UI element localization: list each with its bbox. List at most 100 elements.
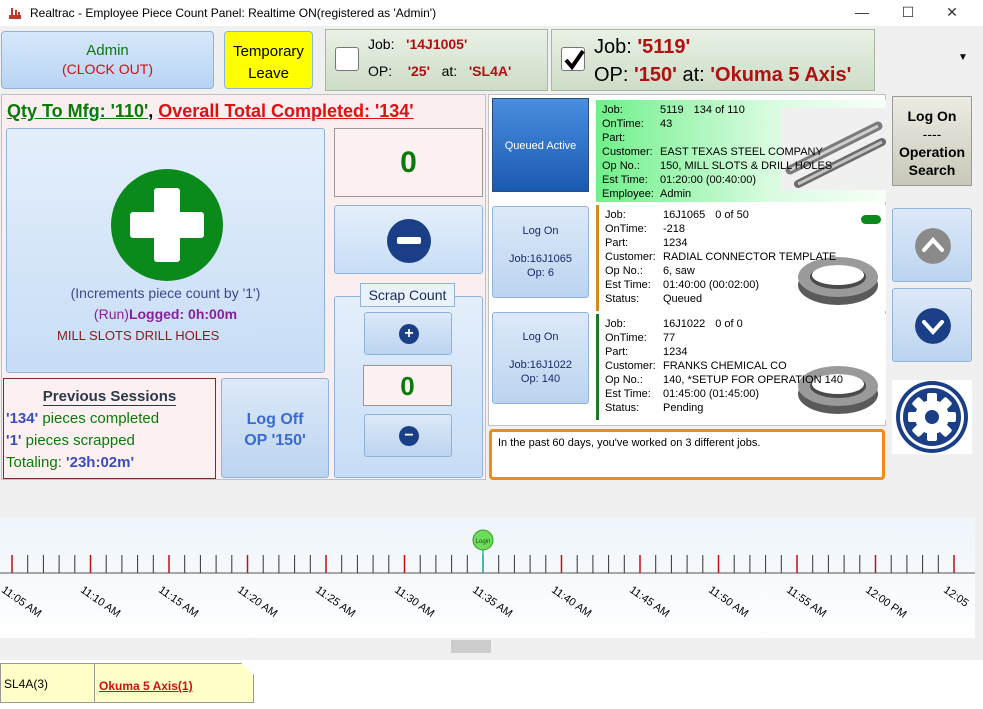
employee-name: Admin: [86, 42, 129, 59]
job-tab-job-line: Job: '14J1005': [368, 36, 467, 52]
session-timeline: Login 11:05 AM 11:10 AM 11:15 AM 11:20 AM 11…: [0, 518, 975, 638]
card-field-label: OnTime:: [605, 223, 647, 235]
status-indicator-icon: [861, 215, 881, 224]
card-field-label: Status:: [605, 293, 640, 305]
card-customer: EAST TEXAS STEEL COMPANY: [660, 146, 823, 158]
increment-note: (Increments piece count by '1'): [70, 285, 261, 301]
qty-to-mfg: Qty To Mfg: '110': [7, 101, 149, 121]
card-field-label: Customer:: [602, 146, 653, 158]
card-est-time: 01:45:00 (01:45:00): [663, 388, 760, 400]
employee-clock-out-button[interactable]: Admin (CLOCK OUT): [1, 31, 214, 89]
decrement-piece-button[interactable]: [334, 205, 483, 274]
log-off-op-button[interactable]: Log Off OP '150': [221, 378, 329, 478]
at-value: 'SL4A': [468, 63, 512, 79]
temporary-leave-button[interactable]: Temporary Leave: [224, 31, 313, 89]
previous-sessions-title-text: Previous Sessions: [42, 388, 177, 406]
job-card-16j1022[interactable]: Job: 16J1022 0 of 0 OnTime: 77 Part: 1234 Cu…: [596, 314, 886, 420]
job-tab-checkbox[interactable]: [335, 47, 359, 71]
card-part: 1234: [663, 237, 688, 249]
log-on-label: Log On: [522, 225, 559, 237]
card-employee: Admin: [660, 188, 692, 200]
run-label: (Run): [93, 306, 129, 322]
scrap-decrement-button[interactable]: −: [364, 414, 452, 457]
card-field-label: Job:: [605, 209, 626, 221]
scrapped-value: '1': [6, 432, 22, 449]
completed-value: '134': [6, 410, 39, 427]
job-tab-op-line: OP: '150' at: 'Okuma 5 Axis': [594, 64, 851, 87]
card-field-label: Customer:: [605, 251, 656, 263]
log-on-operation-search-button[interactable]: Log On ---- Operation Search: [892, 96, 972, 186]
previous-sessions-title: Previous Sessions: [4, 388, 215, 406]
machine-tab-okuma[interactable]: Okuma 5 Axis(1): [94, 663, 254, 703]
scrollbar-thumb[interactable]: [451, 640, 491, 653]
card-field-label: Est Time:: [605, 279, 651, 291]
job-value: '5119': [637, 36, 691, 58]
card-field-label: Part:: [602, 132, 626, 144]
card-field-label: Est Time:: [605, 388, 651, 400]
card-field-label: Job:: [602, 104, 623, 116]
horizontal-scrollbar[interactable]: [0, 638, 975, 655]
chevron-up-icon: [915, 228, 951, 264]
job-tab-checkbox-checked[interactable]: [561, 47, 585, 71]
card-op-no: 6, saw: [663, 265, 695, 277]
jobs-summary-message: In the past 60 days, you've worked on 3 …: [489, 429, 885, 480]
op-value: '150': [634, 64, 677, 86]
scrapped-text: pieces scrapped: [21, 432, 135, 449]
card-part: 1234: [663, 346, 688, 358]
queued-active-button[interactable]: Queued Active: [492, 98, 589, 192]
piece-count-display: 0: [334, 128, 483, 197]
overall-total-completed: Overall Total Completed: '134': [158, 101, 414, 121]
temporary-leave-line1: Temporary: [233, 43, 304, 60]
log-on-job-16j1065-button[interactable]: Log On Job:16J1065 Op: 6: [492, 206, 589, 298]
op-search-line1: Log On: [907, 108, 957, 124]
timeline-ruler: Login: [0, 529, 975, 574]
job-tab-op-line: OP: '25' at: 'SL4A': [368, 63, 511, 79]
increment-piece-button[interactable]: (Increments piece count by '1') (Run)Log…: [6, 128, 325, 373]
job-tab-5119[interactable]: Job: '5119' OP: '150' at: 'Okuma 5 Axis': [551, 29, 875, 91]
card-ontime: 77: [663, 332, 676, 344]
operation-description: MILL SLOTS DRILL HOLES: [57, 328, 220, 343]
minimize-button[interactable]: —: [840, 0, 884, 26]
card-est-time: 01:20:00 (00:40:00): [660, 174, 757, 186]
card-job-number: 16J1065: [663, 209, 706, 221]
card-field-label: Op No.:: [605, 374, 643, 386]
scrap-increment-button[interactable]: +: [364, 312, 452, 355]
log-on-label: Log On: [522, 331, 559, 343]
job-tab-14j1005[interactable]: Job: '14J1005' OP: '25' at: 'SL4A': [325, 29, 548, 91]
scrap-count-display: 0: [363, 365, 452, 406]
log-on-job: Job:16J1065: [509, 253, 572, 265]
card-field-label: Customer:: [605, 360, 656, 372]
tab-dropdown-icon[interactable]: ▼: [958, 52, 968, 63]
card-field-label: Op No.:: [605, 265, 643, 277]
vertical-scrollbar[interactable]: [975, 26, 983, 658]
checkmark-icon: [564, 49, 585, 71]
card-field-label: Status:: [605, 402, 640, 414]
log-on-op: Op: 6: [527, 267, 554, 279]
machine-tab-sl4a[interactable]: SL4A(3): [0, 663, 96, 703]
at-label: at:: [441, 63, 458, 79]
card-field-label: Part:: [605, 237, 629, 249]
card-op-no: 140, *SETUP FOR OPERATION 140: [663, 374, 843, 386]
scroll-down-button[interactable]: [892, 288, 972, 362]
log-on-op: Op: 140: [520, 373, 561, 385]
previous-completed: '134' pieces completed: [6, 410, 159, 427]
chevron-down-icon: [915, 308, 951, 344]
maximize-button[interactable]: ☐: [886, 0, 930, 26]
job-card-16j1065[interactable]: Job: 16J1065 0 of 50 OnTime: -218 Part: 1234…: [596, 205, 886, 311]
card-customer: FRANKS CHEMICAL CO: [663, 360, 787, 372]
job-card-5119[interactable]: Job: 5119 134 of 110 OnTime: 43 Part: Custo…: [596, 100, 886, 202]
log-on-job-16j1022-button[interactable]: Log On Job:16J1022 Op: 140: [492, 312, 589, 404]
temporary-leave-line2: Leave: [248, 65, 289, 82]
scroll-up-button[interactable]: [892, 208, 972, 282]
card-progress: 0 of 50: [715, 209, 749, 221]
close-button[interactable]: ✕: [930, 0, 974, 26]
minus-icon: −: [399, 426, 419, 446]
card-progress: 134 of 110: [693, 104, 745, 116]
card-status: Queued: [663, 293, 703, 305]
card-op-no: 150, MILL SLOTS & DRILL HOLES: [660, 160, 833, 172]
op-search-line4: Search: [908, 162, 956, 178]
settings-button[interactable]: [892, 380, 972, 454]
op-search-line2: ----: [922, 126, 942, 142]
card-job-number: 16J1022: [663, 318, 706, 330]
previous-totaling: Totaling: '23h:02m': [6, 454, 134, 471]
